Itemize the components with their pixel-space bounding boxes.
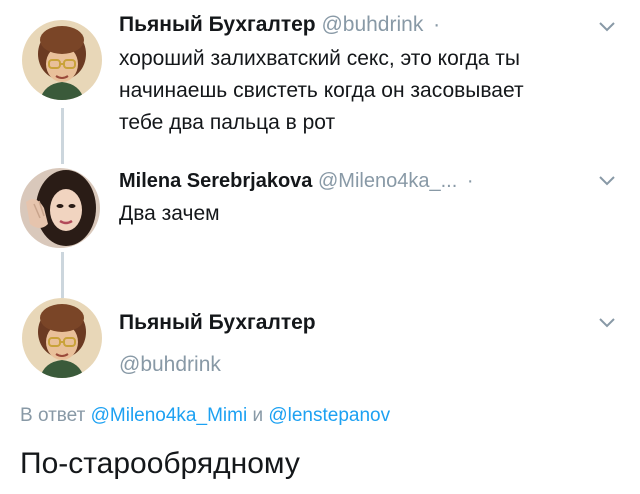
display-name[interactable]: Пьяный Бухгалтер	[119, 13, 316, 36]
display-name[interactable]: Milena Serebrjakova	[119, 170, 312, 192]
tweet-header: Пьяный Бухгалтер @buhdrink ·	[119, 12, 440, 38]
user-handle[interactable]: @buhdrink	[321, 13, 423, 36]
display-name[interactable]: Пьяный Бухгалтер	[119, 310, 316, 336]
separator-dot: ·	[433, 13, 441, 36]
cartoon-woman-avatar[interactable]	[22, 298, 102, 378]
reply-prefix: В ответ	[20, 405, 86, 426]
tweet[interactable]: Milena Serebrjakova @Mileno4ka_... · Два…	[0, 160, 640, 260]
mention-link[interactable]: @lenstepanov	[268, 405, 390, 426]
tweet-text-line: хороший залихватский секс, это когда ты	[119, 47, 520, 70]
tweet-text-line: тебе два пальца в рот	[119, 111, 336, 134]
separator-dot: ·	[466, 170, 474, 192]
tweet-text: Два зачем	[119, 198, 220, 230]
reply-conjunction: и	[252, 405, 264, 426]
chevron-down-icon[interactable]	[598, 174, 616, 188]
chevron-down-icon[interactable]	[598, 20, 616, 34]
user-handle[interactable]: @buhdrink	[119, 352, 221, 378]
cartoon-woman-avatar[interactable]	[22, 20, 102, 100]
user-handle[interactable]: @Mileno4ka_...	[318, 170, 457, 192]
tweet-text-line: Два зачем	[119, 202, 220, 225]
tweet-text: хороший залихватский секс, это когда ты …	[119, 43, 524, 139]
tweet-text-line: начинаешь свистеть когда он засовывает	[119, 79, 524, 102]
focused-tweet-text: По-старообрядному	[20, 447, 300, 480]
mention-link[interactable]: @Mileno4ka_Mimi	[91, 405, 248, 426]
photo-woman-avatar[interactable]	[20, 168, 100, 248]
tweet[interactable]: Пьяный Бухгалтер @buhdrink · хороший зал…	[0, 0, 640, 150]
tweet-header: Milena Serebrjakova @Mileno4ka_... ·	[119, 168, 474, 194]
reply-context: В ответ @Mileno4ka_Mimi и @lenstepanov	[20, 404, 390, 428]
chevron-down-icon[interactable]	[598, 316, 616, 330]
